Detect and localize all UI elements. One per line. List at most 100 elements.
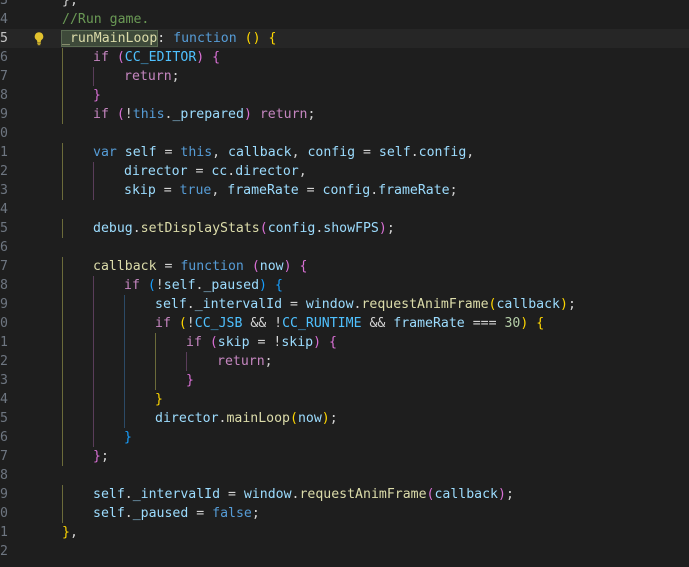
code-token: { — [536, 316, 545, 331]
code-line[interactable]: 2 director = cc.director, — [0, 162, 689, 181]
line-number: 1 — [0, 525, 8, 540]
code-text: if (skip = !skip) { — [186, 333, 337, 352]
code-token: config — [418, 145, 467, 160]
indent-guide — [62, 371, 63, 390]
code-token: function — [173, 31, 237, 46]
code-line[interactable]: 5 director.mainLoop(now); — [0, 409, 689, 428]
code-token: ( — [209, 335, 218, 350]
code-text: director.mainLoop(now); — [155, 409, 338, 428]
code-text: }; — [93, 447, 109, 466]
code-token: director — [155, 411, 219, 426]
code-line[interactable]: 8} — [0, 86, 689, 105]
code-token: ) — [498, 487, 506, 502]
code-line[interactable]: 3}, — [0, 0, 689, 10]
line-number: 3 — [0, 183, 8, 198]
code-token: , — [211, 183, 228, 198]
code-line[interactable]: 7 callback = function (now) { — [0, 257, 689, 276]
code-line[interactable]: 0 if (!CC_JSB && !CC_RUNTIME && frameRate… — [0, 314, 689, 333]
indent-guide — [93, 428, 94, 447]
line-number: 5 — [0, 411, 8, 426]
code-token: _intervalId — [132, 487, 221, 502]
indent-guide — [124, 352, 125, 371]
code-text: if (CC_EDITOR) { — [93, 48, 220, 67]
code-token: director — [124, 164, 188, 179]
line-number: 4 — [0, 392, 8, 407]
code-line[interactable]: 8 if (!self._paused) { — [0, 276, 689, 295]
code-token: () — [244, 31, 261, 46]
code-token: , — [69, 525, 78, 540]
code-line[interactable]: 4 — [0, 200, 689, 219]
code-token: . — [124, 487, 133, 502]
code-token: ) — [259, 278, 267, 293]
code-line[interactable]: 5 _runMainLoop: function () { — [0, 29, 689, 48]
line-number: 8 — [0, 88, 8, 103]
code-token: callback — [496, 297, 561, 312]
code-token: if — [124, 278, 140, 293]
code-token: callback — [434, 487, 499, 502]
code-line[interactable]: 6 if (CC_EDITOR) { — [0, 48, 689, 67]
code-token: 30 — [504, 316, 521, 331]
lightbulb-icon[interactable] — [32, 31, 46, 46]
code-line[interactable]: 0 — [0, 124, 689, 143]
code-token: } — [62, 525, 70, 540]
code-line[interactable]: 9 self._intervalId = window.requestAnimFr… — [0, 295, 689, 314]
code-line[interactable]: 9 self._intervalId = window.requestAnimFr… — [0, 485, 689, 504]
code-text: }, — [62, 523, 78, 542]
code-token: ( — [116, 50, 125, 65]
indent-guide — [62, 409, 63, 428]
code-text: if (!self._paused) { — [124, 276, 283, 295]
code-token: ( — [259, 221, 268, 236]
code-line[interactable]: 7}; — [0, 447, 689, 466]
code-line[interactable]: 4} — [0, 390, 689, 409]
code-token: if — [93, 107, 109, 122]
code-token: = — [220, 487, 244, 502]
code-token: mainLoop — [226, 411, 291, 426]
code-line[interactable]: 2 — [0, 542, 689, 561]
code-token: director — [235, 164, 299, 179]
code-line[interactable]: 7 return; — [0, 67, 689, 86]
code-token: } — [124, 430, 132, 445]
code-line[interactable]: 1}, — [0, 523, 689, 542]
code-token: ! — [274, 316, 283, 331]
indent-guide — [93, 276, 94, 295]
indent-guide — [62, 48, 63, 67]
code-editor[interactable]: 3}, 4 //Run game. 5 _runMainLoop: function (… — [0, 0, 689, 567]
code-token: _intervalId — [194, 297, 283, 312]
line-number: 2 — [0, 354, 8, 369]
code-token: ) — [321, 411, 330, 426]
code-text: _runMainLoop: function () { — [60, 29, 276, 48]
code-text: director = cc.director, — [124, 162, 307, 181]
code-line[interactable]: 9 if (!this._prepared) return; — [0, 105, 689, 124]
code-line[interactable]: 8 — [0, 466, 689, 485]
code-token: ; — [449, 183, 458, 198]
code-token: requestAnimFrame — [299, 487, 427, 502]
code-text: }, — [62, 0, 78, 10]
code-line[interactable]: 3} — [0, 371, 689, 390]
code-line[interactable]: 0 self._paused = false; — [0, 504, 689, 523]
code-line[interactable]: 2 return; — [0, 352, 689, 371]
code-line[interactable]: 4 //Run game. — [0, 10, 689, 29]
indent-guide — [62, 447, 63, 466]
indent-guide — [124, 371, 125, 390]
code-token: if — [186, 335, 202, 350]
indent-guide — [93, 371, 94, 390]
code-line[interactable]: 6} — [0, 428, 689, 447]
code-token: now — [297, 411, 322, 426]
code-token: //Run game. — [62, 12, 150, 27]
code-line[interactable]: 5 debug.setDisplayStats(config.showFPS); — [0, 219, 689, 238]
indent-guide — [124, 295, 125, 314]
code-line[interactable]: 1 if (skip = !skip) { — [0, 333, 689, 352]
indent-guide — [62, 105, 63, 124]
code-line[interactable]: 6 — [0, 238, 689, 257]
line-number: 6 — [0, 430, 8, 445]
code-line[interactable]: 3 skip = true, frameRate = config.frameRa… — [0, 181, 689, 200]
code-token: ! — [124, 107, 133, 122]
code-line[interactable]: 1 var self = this, callback, config = sel… — [0, 143, 689, 162]
indent-guide — [93, 162, 94, 181]
code-text: var self = this, callback, config = self… — [93, 143, 474, 162]
